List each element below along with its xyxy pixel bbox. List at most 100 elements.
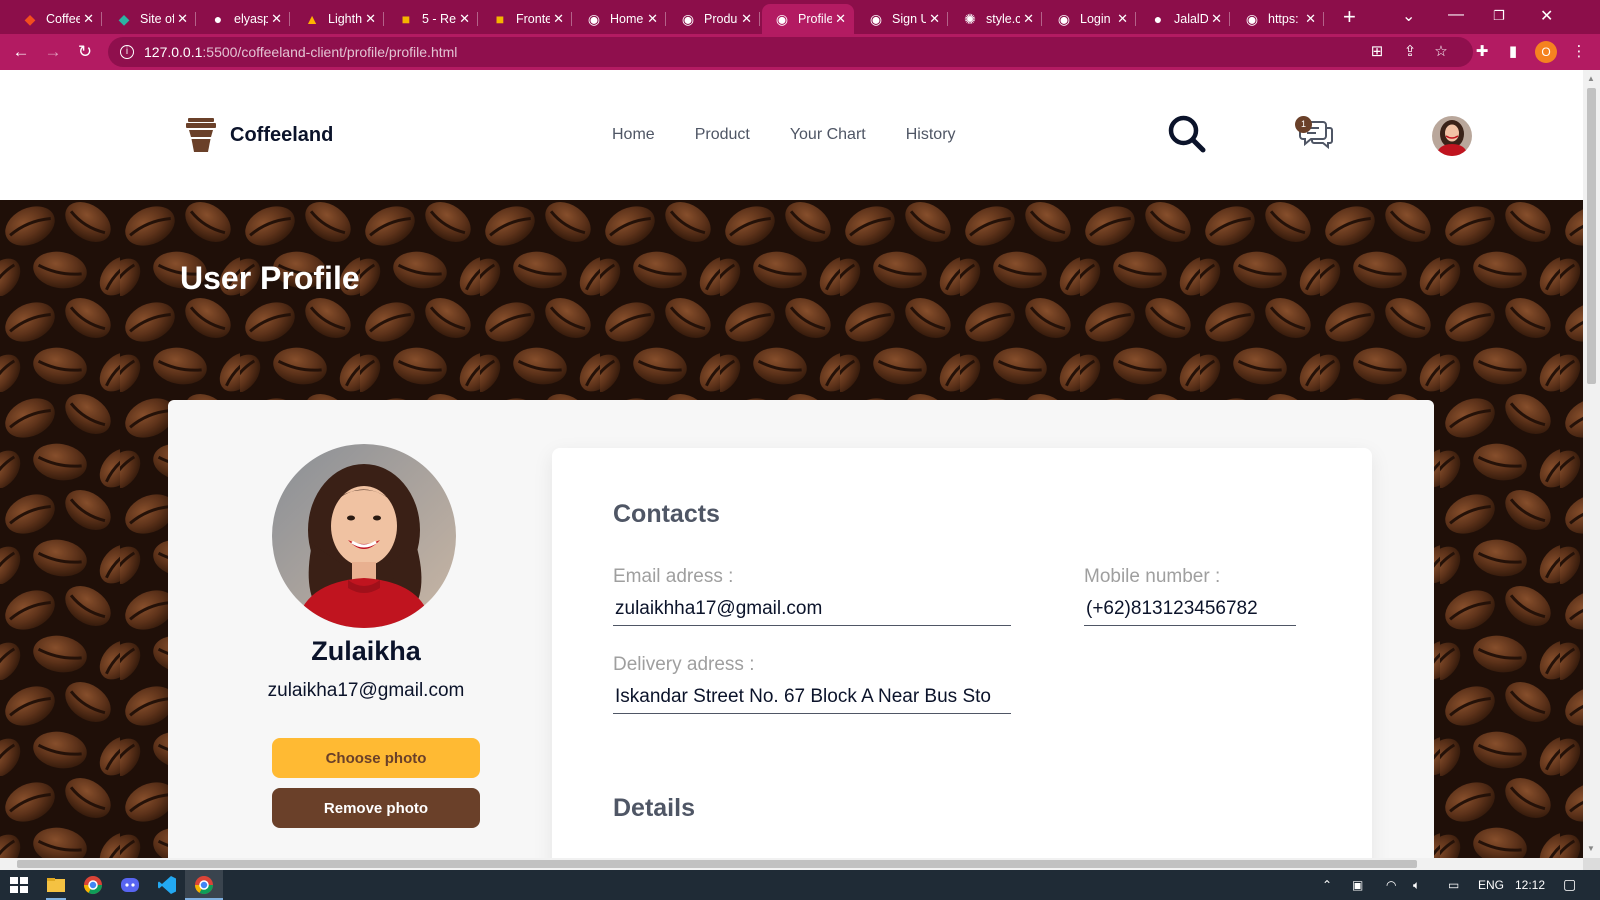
browser-tab[interactable]: ◆ Site of ✕ bbox=[104, 4, 196, 34]
new-tab-button[interactable]: + bbox=[1343, 6, 1356, 28]
browser-tab[interactable]: ◉ Profile ✕ bbox=[762, 4, 854, 34]
tab-title: Site of bbox=[140, 12, 174, 26]
github-icon: ● bbox=[213, 11, 223, 27]
close-tab-icon[interactable]: ✕ bbox=[271, 12, 282, 26]
menu-kebab-icon[interactable]: ⋮ bbox=[1569, 42, 1589, 60]
close-tab-icon[interactable]: ✕ bbox=[83, 12, 94, 26]
chrome-active-icon[interactable] bbox=[194, 875, 214, 895]
browser-tab[interactable]: ◉ Product✕ bbox=[668, 4, 760, 34]
wifi-icon[interactable]: ◠ bbox=[1386, 878, 1396, 892]
close-tab-icon[interactable]: ✕ bbox=[459, 12, 470, 26]
bookmark-star-icon[interactable]: ☆ bbox=[1431, 42, 1451, 60]
close-tab-icon[interactable]: ✕ bbox=[1023, 12, 1034, 26]
vscode-icon[interactable] bbox=[157, 875, 177, 895]
browser-profile-avatar[interactable]: O bbox=[1535, 41, 1557, 63]
browser-tab[interactable]: ◆ Coffeeland✕ bbox=[10, 4, 102, 34]
tab-title: 5 - Re bbox=[422, 12, 456, 26]
email-field[interactable] bbox=[613, 592, 1011, 626]
clock[interactable]: 12:12 bbox=[1515, 878, 1545, 892]
forward-arrow-icon[interactable]: → bbox=[42, 41, 64, 63]
share-icon[interactable]: ⇪ bbox=[1400, 42, 1420, 60]
close-window-icon[interactable]: ✕ bbox=[1540, 6, 1553, 26]
tab-separator bbox=[195, 12, 196, 26]
site-header: Coffeeland Home Product Your Chart Histo… bbox=[0, 70, 1583, 200]
tab-search-icon[interactable]: ⌄ bbox=[1402, 6, 1415, 26]
language-indicator[interactable]: ENG bbox=[1478, 878, 1504, 892]
mobile-number-field[interactable] bbox=[1084, 592, 1296, 626]
close-tab-icon[interactable]: ✕ bbox=[929, 12, 940, 26]
browser-tab[interactable]: ■ Frontend✕ bbox=[480, 4, 572, 34]
vertical-scroll-thumb[interactable] bbox=[1587, 88, 1596, 384]
address-bar[interactable]: i 127.0.0.1:5500/coffeeland-client/profi… bbox=[108, 37, 1473, 67]
tab-title: Login bbox=[1080, 12, 1111, 26]
scroll-up-icon[interactable]: ▲ bbox=[1587, 74, 1595, 83]
details-title: Details bbox=[613, 794, 695, 822]
header-avatar[interactable] bbox=[1432, 116, 1472, 156]
site-info-icon[interactable]: i bbox=[120, 45, 134, 59]
github-icon: ● bbox=[1153, 11, 1163, 27]
meet-now-icon[interactable]: ▣ bbox=[1352, 878, 1363, 892]
notifications-icon[interactable]: ▢ bbox=[1563, 876, 1576, 893]
discord-icon[interactable] bbox=[120, 875, 140, 895]
volume-icon[interactable]: 🔈︎ bbox=[1413, 878, 1420, 893]
close-tab-icon[interactable]: ✕ bbox=[835, 12, 846, 26]
search-icon[interactable] bbox=[1168, 115, 1206, 153]
nav-your-chart[interactable]: Your Chart bbox=[790, 126, 866, 144]
globe-icon: ◉ bbox=[681, 10, 695, 27]
contacts-title: Contacts bbox=[613, 500, 720, 528]
vertical-scrollbar[interactable]: ▲ ▼ bbox=[1583, 70, 1600, 858]
close-tab-icon[interactable]: ✕ bbox=[1211, 12, 1222, 26]
lighthouse-icon: ▲ bbox=[305, 11, 319, 27]
url-path: :5500/coffeeland-client/profile/profile.… bbox=[202, 44, 458, 60]
extensions-icon[interactable]: ✚ bbox=[1472, 42, 1492, 60]
delivery-address-field[interactable] bbox=[613, 680, 1011, 714]
browser-tab[interactable]: ◉ https: ✕ bbox=[1232, 4, 1324, 34]
scroll-down-icon[interactable]: ▼ bbox=[1587, 844, 1595, 853]
browser-tab[interactable]: ● elyasp ✕ bbox=[198, 4, 290, 34]
close-tab-icon[interactable]: ✕ bbox=[1117, 12, 1128, 26]
choose-photo-button[interactable]: Choose photo bbox=[272, 738, 480, 778]
close-tab-icon[interactable]: ✕ bbox=[365, 12, 376, 26]
tab-title: style.css bbox=[986, 12, 1020, 26]
restore-icon[interactable]: ❐ bbox=[1493, 8, 1505, 24]
profile-email: zulaikha17@gmail.com bbox=[267, 680, 465, 701]
browser-tab[interactable]: ■ 5 - Re ✕ bbox=[386, 4, 478, 34]
chrome-icon[interactable] bbox=[83, 875, 103, 895]
close-tab-icon[interactable]: ✕ bbox=[1305, 12, 1316, 26]
tab-separator bbox=[1229, 12, 1230, 26]
hero-banner: User Profile Zulaikha zulaikha17@gmail.c… bbox=[0, 200, 1583, 858]
browser-tab[interactable]: ◉ Sign Up✕ bbox=[856, 4, 948, 34]
translate-icon[interactable]: ⊞ bbox=[1367, 42, 1387, 60]
close-tab-icon[interactable]: ✕ bbox=[553, 12, 564, 26]
close-tab-icon[interactable]: ✕ bbox=[741, 12, 752, 26]
nav-home[interactable]: Home bbox=[612, 126, 655, 144]
windows-start-icon[interactable] bbox=[9, 875, 29, 895]
minimize-icon[interactable]: — bbox=[1448, 6, 1464, 24]
tab-title: elyasp bbox=[234, 12, 268, 26]
tab-separator bbox=[1323, 12, 1324, 26]
horizontal-scroll-thumb[interactable] bbox=[17, 860, 1417, 868]
delivery-label: Delivery adress : bbox=[613, 654, 755, 675]
chat-badge: 1 bbox=[1295, 116, 1312, 133]
browser-tab[interactable]: ✺ style.css✕ bbox=[950, 4, 1042, 34]
browser-tab[interactable]: ● JalalD ✕ bbox=[1138, 4, 1230, 34]
close-tab-icon[interactable]: ✕ bbox=[647, 12, 658, 26]
diamond-icon: ◆ bbox=[118, 10, 130, 27]
nav-history[interactable]: History bbox=[906, 126, 956, 144]
brand-logo[interactable]: Coffeeland bbox=[186, 118, 333, 152]
file-explorer-icon[interactable] bbox=[46, 875, 66, 895]
browser-tab[interactable]: ◉ Login ✕ bbox=[1044, 4, 1136, 34]
side-panel-icon[interactable]: ▮ bbox=[1503, 42, 1523, 60]
browser-tab[interactable]: ◉ Home ✕ bbox=[574, 4, 666, 34]
reload-icon[interactable]: ↻ bbox=[74, 41, 96, 63]
nav-product[interactable]: Product bbox=[695, 126, 750, 144]
remove-photo-button[interactable]: Remove photo bbox=[272, 788, 480, 828]
close-tab-icon[interactable]: ✕ bbox=[177, 12, 188, 26]
horizontal-scrollbar[interactable] bbox=[0, 858, 1583, 870]
globe-icon: ◉ bbox=[869, 10, 883, 27]
battery-icon[interactable]: ▭ bbox=[1448, 878, 1459, 892]
tray-chevron-icon[interactable]: ⌃ bbox=[1322, 878, 1332, 892]
browser-tab[interactable]: ▲ Lighthouse✕ bbox=[292, 4, 384, 34]
profile-avatar bbox=[272, 444, 456, 628]
back-arrow-icon[interactable]: ← bbox=[10, 41, 32, 63]
